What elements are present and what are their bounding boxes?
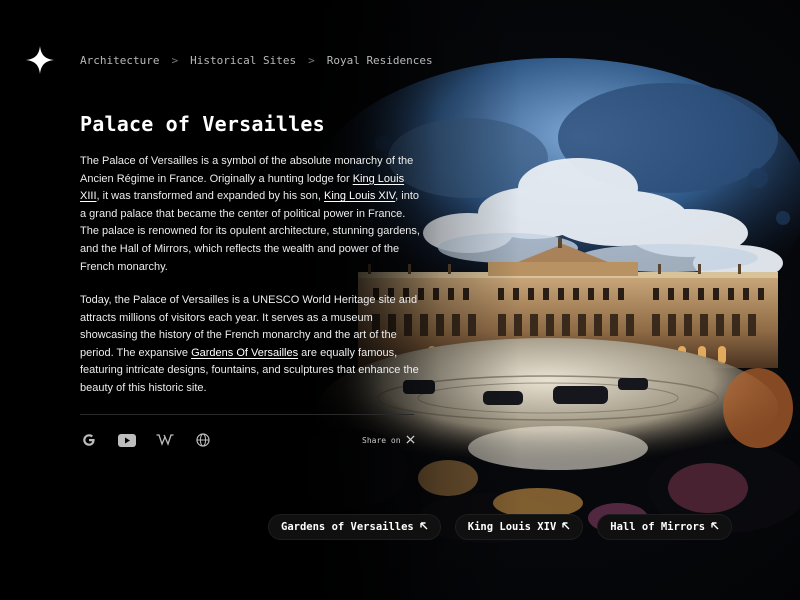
link-gardens-of-versailles[interactable]: Gardens Of Versailles [191, 347, 298, 359]
paragraph-text: , into a grand palace that became the ce… [80, 190, 420, 273]
youtube-icon[interactable] [118, 432, 136, 448]
share-on-x[interactable]: Share on [362, 435, 415, 446]
article-paragraph-2: Today, the Palace of Versailles is a UNE… [80, 292, 420, 398]
x-icon [405, 435, 415, 446]
tag-king-louis-xiv[interactable]: King Louis XIV [454, 514, 584, 540]
tag-gardens-of-versailles[interactable]: Gardens of Versailles [268, 514, 441, 540]
chevron-right-icon: > [308, 53, 315, 67]
arrow-up-left-icon [562, 521, 570, 533]
source-links [80, 432, 212, 448]
page-title: Palace of Versailles [80, 112, 325, 136]
paragraph-text: , it was transformed and expanded by his… [96, 190, 324, 203]
tag-label: Hall of Mirrors [610, 521, 706, 533]
wikipedia-icon[interactable] [156, 432, 174, 448]
related-topics: Gardens of Versailles King Louis XIV Hal… [268, 514, 733, 540]
share-label: Share on [362, 436, 401, 445]
tag-label: Gardens of Versailles [281, 521, 414, 533]
arrow-up-left-icon [420, 521, 428, 533]
google-icon[interactable] [80, 432, 98, 448]
link-king-louis-xiv[interactable]: King Louis XIV [324, 190, 395, 202]
breadcrumb: Architecture > Historical Sites > Royal … [80, 52, 433, 68]
divider [80, 414, 414, 415]
arrow-up-left-icon [711, 521, 719, 533]
breadcrumb-historical-sites[interactable]: Historical Sites [190, 54, 296, 67]
article-paragraph-1: The Palace of Versailles is a symbol of … [80, 153, 420, 276]
breadcrumb-architecture[interactable]: Architecture [80, 54, 159, 67]
breadcrumb-royal-residences[interactable]: Royal Residences [327, 54, 433, 67]
page: Architecture > Historical Sites > Royal … [0, 0, 800, 600]
globe-icon[interactable] [194, 432, 212, 448]
chevron-right-icon: > [171, 53, 179, 67]
sparkle-logo-icon[interactable] [25, 45, 55, 75]
tag-label: King Louis XIV [467, 521, 557, 533]
tag-hall-of-mirrors[interactable]: Hall of Mirrors [597, 514, 733, 540]
